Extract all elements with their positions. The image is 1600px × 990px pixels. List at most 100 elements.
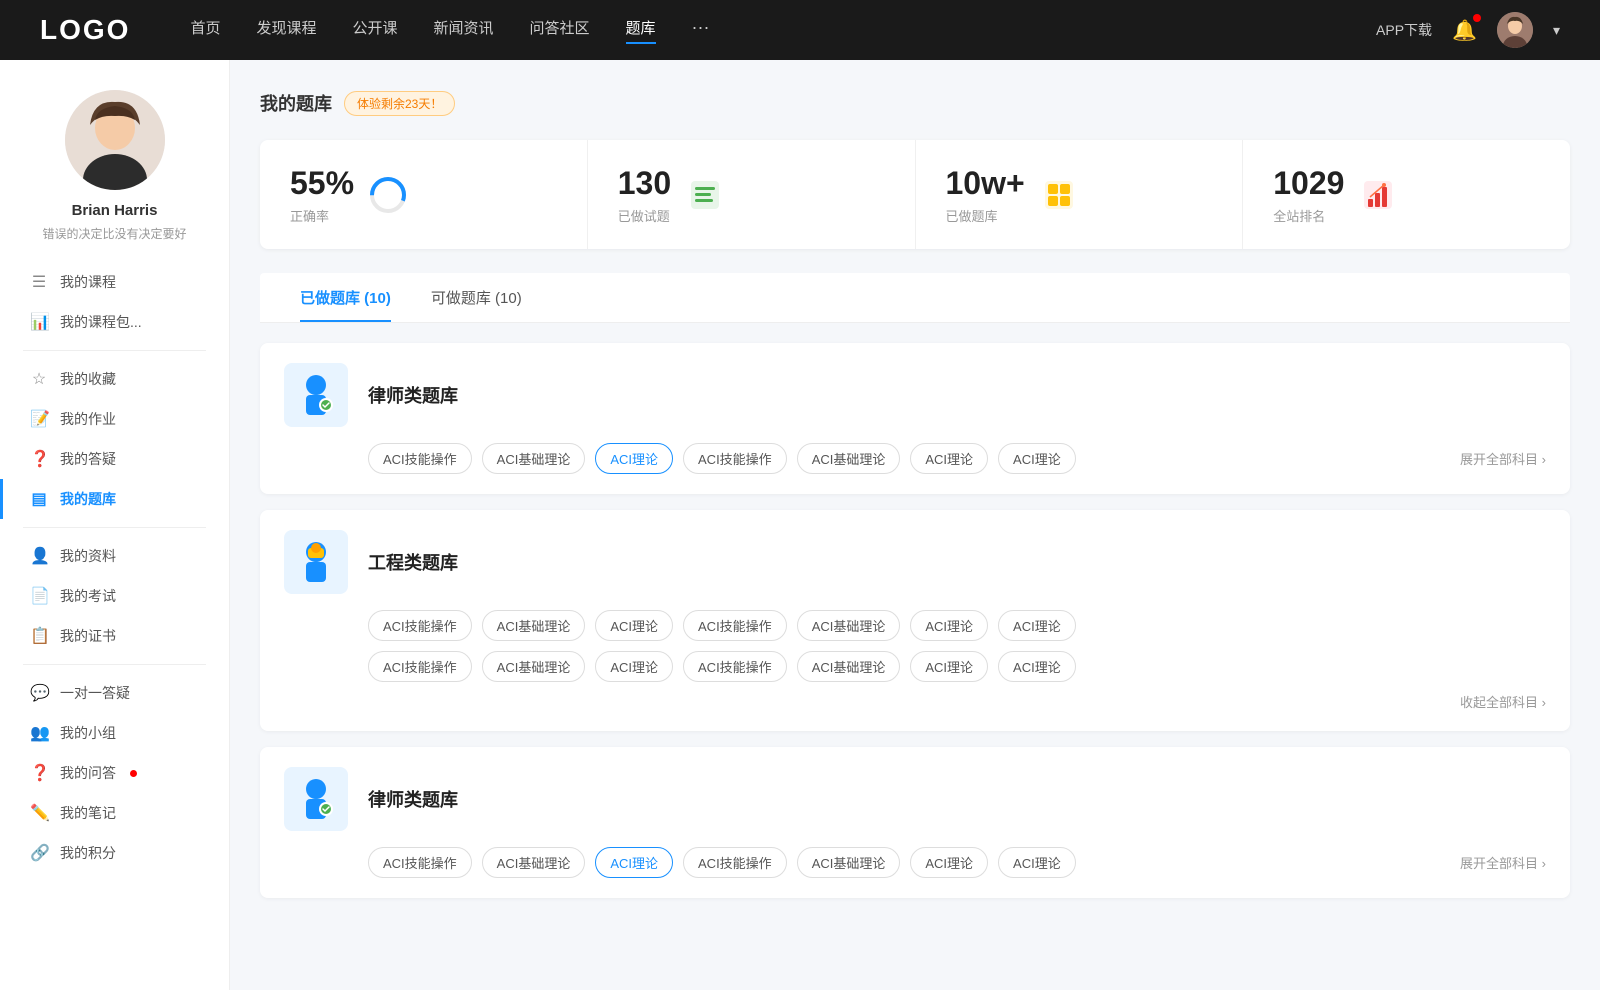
sidebar-item-qa[interactable]: ❓ 我的答疑 — [0, 439, 229, 479]
tag-2-1-7[interactable]: ACI理论 — [998, 610, 1076, 641]
tag-1-6[interactable]: ACI理论 — [910, 443, 988, 474]
tag-2-1-2[interactable]: ACI基础理论 — [482, 610, 586, 641]
certificate-icon: 📋 — [30, 626, 48, 646]
app-download-link[interactable]: APP下载 — [1376, 20, 1432, 40]
nav-menu: 首页 发现课程 公开课 新闻资讯 问答社区 题库 ··· — [190, 17, 1376, 44]
sidebar-item-bank[interactable]: ▤ 我的题库 — [0, 479, 229, 519]
nav-more[interactable]: ··· — [692, 17, 710, 44]
tag-1-7[interactable]: ACI理论 — [998, 443, 1076, 474]
sidebar-item-group[interactable]: 👥 我的小组 — [0, 713, 229, 753]
trial-badge: 体验剩余23天！ — [344, 91, 455, 116]
nav-qa[interactable]: 问答社区 — [530, 17, 590, 44]
one-on-one-icon: 💬 — [30, 683, 48, 703]
tab-done-banks[interactable]: 已做题库 (10) — [280, 273, 411, 322]
stat-site-rank-label: 全站排名 — [1273, 206, 1344, 225]
tag-2-1-6[interactable]: ACI理论 — [910, 610, 988, 641]
stat-site-rank: 1029 全站排名 — [1243, 140, 1570, 249]
favorites-icon: ☆ — [30, 369, 48, 389]
sidebar-item-certificate[interactable]: 📋 我的证书 — [0, 616, 229, 656]
tag-2-2-3[interactable]: ACI理论 — [595, 651, 673, 682]
stat-done-banks-value: 10w+ — [946, 164, 1025, 202]
bank-card-2-tags-row-1: ACI技能操作 ACI基础理论 ACI理论 ACI技能操作 ACI基础理论 AC… — [368, 610, 1546, 641]
nav-home[interactable]: 首页 — [190, 17, 220, 44]
tag-3-6[interactable]: ACI理论 — [910, 847, 988, 878]
logo: LOGO — [40, 14, 130, 46]
nav-discover[interactable]: 发现课程 — [256, 17, 316, 44]
nav-news[interactable]: 新闻资讯 — [434, 17, 494, 44]
bank-card-3-tags: ACI技能操作 ACI基础理论 ACI理论 ACI技能操作 ACI基础理论 AC… — [368, 847, 1440, 878]
tag-2-1-3[interactable]: ACI理论 — [595, 610, 673, 641]
stat-done-questions-value: 130 — [618, 164, 671, 202]
tag-1-4[interactable]: ACI技能操作 — [683, 443, 787, 474]
sidebar-item-homework[interactable]: 📝 我的作业 — [0, 399, 229, 439]
tag-2-1-1[interactable]: ACI技能操作 — [368, 610, 472, 641]
sidebar-divider-3 — [23, 664, 206, 665]
tag-3-5[interactable]: ACI基础理论 — [797, 847, 901, 878]
stats-row: 55% 正确率 130 已做试题 — [260, 140, 1570, 249]
tag-1-2[interactable]: ACI基础理论 — [482, 443, 586, 474]
tag-2-2-1[interactable]: ACI技能操作 — [368, 651, 472, 682]
points-icon: 🔗 — [30, 843, 48, 863]
sidebar-divider-2 — [23, 527, 206, 528]
tag-1-3[interactable]: ACI理论 — [595, 443, 673, 474]
notification-bell[interactable]: 🔔 — [1452, 18, 1477, 43]
group-icon: 👥 — [30, 723, 48, 743]
exam-icon: 📄 — [30, 586, 48, 606]
tag-2-1-4[interactable]: ACI技能操作 — [683, 610, 787, 641]
user-dropdown-arrow[interactable]: ▾ — [1553, 22, 1560, 39]
tag-1-1[interactable]: ACI技能操作 — [368, 443, 472, 474]
collapse-link-2[interactable]: 收起全部科目 › — [368, 692, 1546, 711]
bank-card-3-tags-row: ACI技能操作 ACI基础理论 ACI理论 ACI技能操作 ACI基础理论 AC… — [284, 847, 1546, 878]
expand-link-3[interactable]: 展开全部科目 › — [1440, 853, 1546, 872]
tab-available-banks[interactable]: 可做题库 (10) — [411, 273, 542, 322]
nav-open-course[interactable]: 公开课 — [352, 17, 397, 44]
notes-icon: ✏️ — [30, 803, 48, 823]
site-rank-icon — [1358, 175, 1398, 215]
engineer-icon — [284, 530, 348, 594]
tag-2-1-5[interactable]: ACI基础理论 — [797, 610, 901, 641]
bank-card-1-tags-row: ACI技能操作 ACI基础理论 ACI理论 ACI技能操作 ACI基础理论 AC… — [284, 443, 1546, 474]
sidebar-item-points[interactable]: 🔗 我的积分 — [0, 833, 229, 873]
user-avatar-nav[interactable] — [1497, 12, 1533, 48]
sidebar-label-my-course: 我的课程 — [60, 272, 116, 292]
page-title: 我的题库 — [260, 90, 332, 116]
sidebar-item-my-qa[interactable]: ❓ 我的问答 — [0, 753, 229, 793]
sidebar-item-profile[interactable]: 👤 我的资料 — [0, 536, 229, 576]
done-questions-icon — [685, 175, 725, 215]
tag-3-2[interactable]: ACI基础理论 — [482, 847, 586, 878]
sidebar-item-notes[interactable]: ✏️ 我的笔记 — [0, 793, 229, 833]
sidebar-label-points: 我的积分 — [60, 843, 116, 863]
sidebar-label-course-package: 我的课程包... — [60, 312, 142, 332]
bank-card-lawyer-2: 律师类题库 ACI技能操作 ACI基础理论 ACI理论 ACI技能操作 ACI基… — [260, 747, 1570, 898]
sidebar-item-my-course[interactable]: ☰ 我的课程 — [0, 262, 229, 302]
sidebar-item-exam[interactable]: 📄 我的考试 — [0, 576, 229, 616]
navbar: LOGO 首页 发现课程 公开课 新闻资讯 问答社区 题库 ··· APP下载 … — [0, 0, 1600, 60]
tag-2-2-7[interactable]: ACI理论 — [998, 651, 1076, 682]
sidebar: Brian Harris 错误的决定比没有决定要好 ☰ 我的课程 📊 我的课程包… — [0, 60, 230, 990]
tag-2-2-4[interactable]: ACI技能操作 — [683, 651, 787, 682]
expand-link-1[interactable]: 展开全部科目 › — [1440, 449, 1546, 468]
user-motto: 错误的决定比没有决定要好 — [22, 225, 206, 242]
stat-done-banks-label: 已做题库 — [946, 206, 1025, 225]
tag-2-2-2[interactable]: ACI基础理论 — [482, 651, 586, 682]
tag-3-1[interactable]: ACI技能操作 — [368, 847, 472, 878]
bank-card-2-tags-row-2: ACI技能操作 ACI基础理论 ACI理论 ACI技能操作 ACI基础理论 AC… — [368, 651, 1546, 682]
qa-badge — [130, 770, 137, 777]
tag-2-2-6[interactable]: ACI理论 — [910, 651, 988, 682]
bank-card-1-tags: ACI技能操作 ACI基础理论 ACI理论 ACI技能操作 ACI基础理论 AC… — [368, 443, 1440, 474]
page-wrapper: Brian Harris 错误的决定比没有决定要好 ☰ 我的课程 📊 我的课程包… — [0, 60, 1600, 990]
nav-bank[interactable]: 题库 — [626, 17, 656, 44]
sidebar-item-course-package[interactable]: 📊 我的课程包... — [0, 302, 229, 342]
bank-icon: ▤ — [30, 489, 48, 509]
sidebar-label-certificate: 我的证书 — [60, 626, 116, 646]
tag-3-3[interactable]: ACI理论 — [595, 847, 673, 878]
stat-done-banks-texts: 10w+ 已做题库 — [946, 164, 1025, 225]
sidebar-label-notes: 我的笔记 — [60, 803, 116, 823]
tag-3-4[interactable]: ACI技能操作 — [683, 847, 787, 878]
tag-1-5[interactable]: ACI基础理论 — [797, 443, 901, 474]
sidebar-item-favorites[interactable]: ☆ 我的收藏 — [0, 359, 229, 399]
tag-3-7[interactable]: ACI理论 — [998, 847, 1076, 878]
tag-2-2-5[interactable]: ACI基础理论 — [797, 651, 901, 682]
bank-title-2: 工程类题库 — [368, 549, 458, 575]
sidebar-item-one-on-one[interactable]: 💬 一对一答疑 — [0, 673, 229, 713]
